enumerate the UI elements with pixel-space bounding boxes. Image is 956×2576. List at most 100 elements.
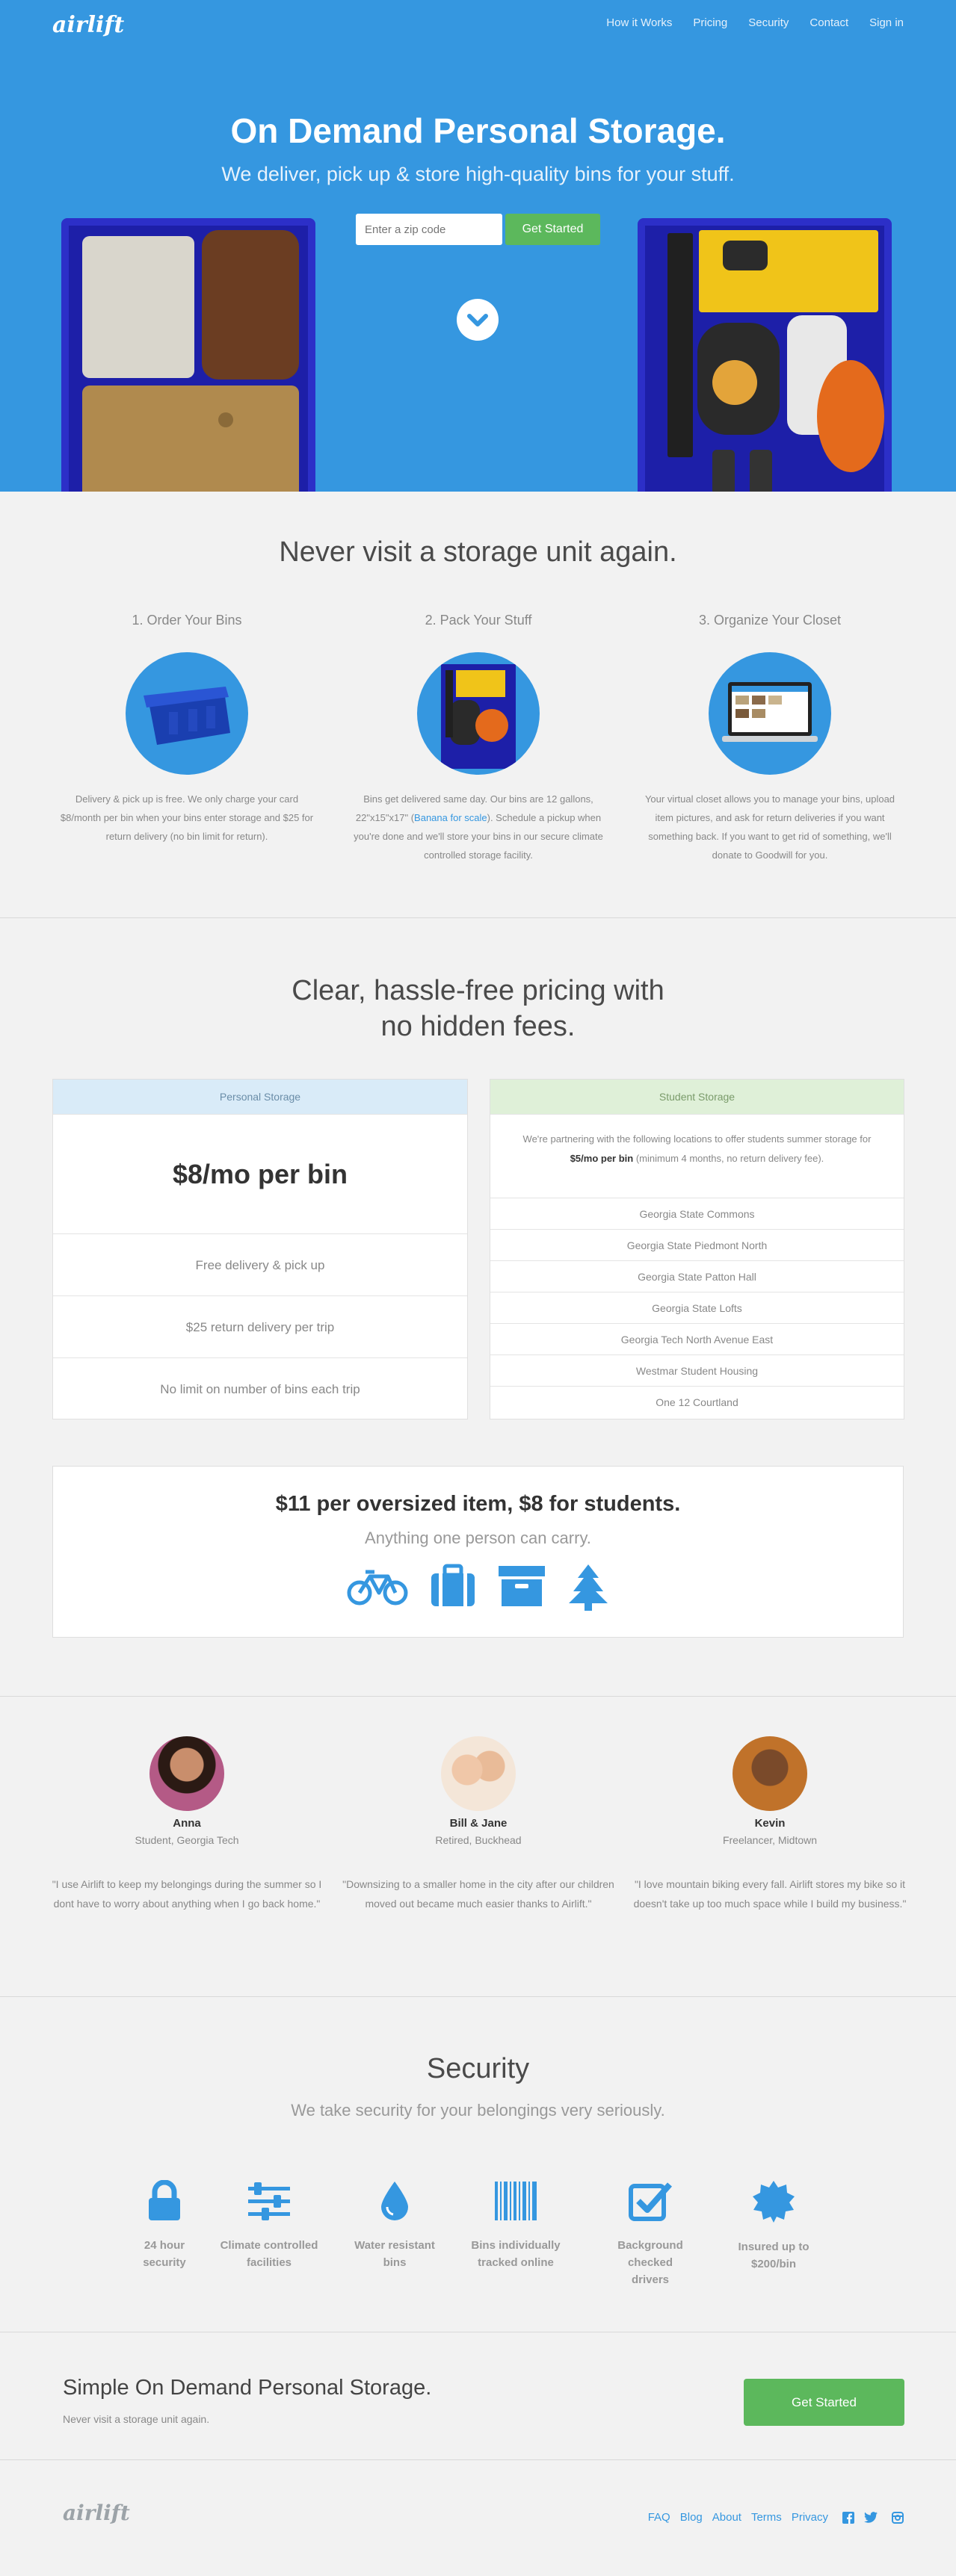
oversize-icons	[53, 1563, 903, 1611]
nav-sign-in[interactable]: Sign in	[869, 16, 904, 29]
footer-link-about[interactable]: About	[712, 2511, 741, 2524]
bicycle-icon	[347, 1570, 407, 1606]
cta-title: Simple On Demand Personal Storage.	[63, 2376, 432, 2400]
personal-price: $8/mo per bin	[53, 1114, 467, 1233]
box-icon	[498, 1566, 545, 1606]
badge-icon	[753, 2181, 795, 2223]
how-it-works-title: Never visit a storage unit again.	[279, 536, 677, 568]
lock-icon	[149, 2180, 180, 2220]
step-title: 2. Pack Your Stuff	[425, 613, 532, 628]
divider	[0, 917, 956, 918]
blue-bin-icon	[144, 687, 230, 745]
oversize-subtitle: Anything one person can carry.	[365, 1529, 591, 1547]
nav-contact[interactable]: Contact	[809, 16, 848, 29]
testimonial-kevin: Kevin Freelancer, Midtown "I love mounta…	[628, 1736, 912, 1913]
instagram-icon[interactable]	[892, 2511, 904, 2524]
security-subtitle: We take security for your belongings ver…	[291, 2101, 665, 2120]
oversize-title: $11 per oversized item, $8 for students.	[275, 1492, 681, 1516]
student-location: Georgia State Commons	[490, 1198, 904, 1229]
feature-label: Bins individually tracked online	[471, 2239, 561, 2269]
testimonial-role: Retired, Buckhead	[435, 1834, 522, 1846]
step-description: Delivery & pick up is free. We only char…	[60, 793, 314, 842]
feature-climate-controlled: Climate controlled facilities	[217, 2180, 321, 2271]
logo[interactable]: airlift	[52, 12, 124, 38]
feature-background-checked: Background checked drivers	[596, 2180, 704, 2288]
feature-label: 24 hour security	[143, 2239, 186, 2269]
hero-bin-image-left	[61, 218, 315, 492]
footer-links: FAQ Blog About Terms Privacy	[648, 2511, 904, 2524]
step-image-packed-bin	[417, 652, 540, 775]
student-location: Georgia State Lofts	[490, 1292, 904, 1323]
drop-icon	[381, 2182, 408, 2220]
cta-subtitle: Never visit a storage unit again.	[63, 2413, 210, 2425]
facebook-icon[interactable]	[842, 2511, 854, 2524]
footer-logo[interactable]: airlift	[63, 2501, 130, 2525]
scroll-down-button[interactable]	[457, 299, 499, 341]
step-title: 3. Organize Your Closet	[698, 613, 842, 628]
testimonial-name: Bill & Jane	[449, 1817, 508, 1830]
step-image-laptop	[709, 652, 831, 775]
testimonial-name: Anna	[173, 1817, 201, 1830]
feature-label: Water resistant bins	[354, 2239, 435, 2269]
divider	[0, 1696, 956, 1697]
cta-section: Simple On Demand Personal Storage. Never…	[0, 2332, 956, 2459]
step-title: 1. Order Your Bins	[132, 613, 242, 628]
footer: airlift FAQ Blog About Terms Privacy	[0, 2460, 956, 2576]
hero: airlift How it Works Pricing Security Co…	[0, 0, 956, 492]
tree-icon	[568, 1564, 608, 1611]
footer-link-blog[interactable]: Blog	[680, 2511, 703, 2524]
footer-link-privacy[interactable]: Privacy	[792, 2511, 828, 2524]
personal-storage-card: Personal Storage $8/mo per bin Free deli…	[52, 1079, 468, 1419]
testimonial-name: Kevin	[754, 1817, 786, 1830]
divider	[0, 1996, 956, 1997]
checkbox-icon	[629, 2182, 672, 2221]
testimonial-quote: "I love mountain biking every fall. Airl…	[633, 1878, 907, 1910]
sliders-icon	[248, 2182, 290, 2220]
student-storage-card: Student Storage We're partnering with th…	[490, 1079, 904, 1419]
pricing-title: Clear, hassle-free pricing with no hidden…	[292, 975, 664, 1042]
nav-how-it-works[interactable]: How it Works	[606, 16, 672, 29]
personal-storage-header: Personal Storage	[53, 1080, 467, 1114]
step-pack-stuff: 2. Pack Your Stuff Bins get delivered sa…	[351, 613, 605, 864]
banana-for-scale-link[interactable]: Banana for scale	[414, 812, 487, 823]
avatar	[733, 1736, 807, 1811]
feature-bins-tracked: Bins individually tracked online	[463, 2180, 568, 2271]
hero-title: On Demand Personal Storage.	[230, 111, 726, 150]
cta-get-started-button[interactable]: Get Started	[744, 2379, 904, 2426]
get-started-button[interactable]: Get Started	[505, 214, 600, 245]
security-title: Security	[426, 2053, 530, 2084]
testimonial-quote: "Downsizing to a smaller home in the cit…	[342, 1878, 614, 1910]
student-storage-header: Student Storage	[490, 1080, 904, 1114]
testimonial-anna: Anna Student, Georgia Tech "I use Airlif…	[45, 1736, 329, 1913]
barcode-icon	[495, 2182, 537, 2220]
student-location: Westmar Student Housing	[490, 1354, 904, 1386]
personal-feature: Free delivery & pick up	[53, 1233, 467, 1295]
footer-link-terms[interactable]: Terms	[751, 2511, 782, 2524]
step-description: Bins get delivered same day. Our bins ar…	[354, 793, 603, 861]
testimonial-bill-jane: Bill & Jane Retired, Buckhead "Downsizin…	[336, 1736, 620, 1913]
step-description: Your virtual closet allows you to manage…	[644, 793, 895, 861]
chevron-down-icon	[467, 314, 488, 326]
testimonial-role: Student, Georgia Tech	[135, 1834, 239, 1846]
zip-code-input[interactable]	[356, 214, 502, 245]
nav-security[interactable]: Security	[748, 16, 789, 29]
student-location: Georgia State Piedmont North	[490, 1229, 904, 1260]
hero-bin-image-right	[638, 218, 892, 492]
footer-link-faq[interactable]: FAQ	[648, 2511, 670, 2524]
avatar	[149, 1736, 224, 1811]
testimonial-role: Freelancer, Midtown	[722, 1834, 818, 1846]
personal-feature: No limit on number of bins each trip	[53, 1357, 467, 1419]
step-organize-closet: 3. Organize Your Closet Your virtual clo…	[643, 613, 897, 864]
student-intro: We're partnering with the following loca…	[490, 1114, 904, 1198]
student-location: One 12 Courtland	[490, 1386, 904, 1417]
testimonial-quote: "I use Airlift to keep my belongings dur…	[52, 1878, 322, 1910]
twitter-icon[interactable]	[864, 2512, 878, 2523]
step-order-bins: 1. Order Your Bins Delivery & pick up is…	[60, 613, 314, 846]
oversized-item-card: $11 per oversized item, $8 for students.…	[52, 1466, 904, 1638]
personal-feature: $25 return delivery per trip	[53, 1295, 467, 1357]
student-location: Georgia Tech North Avenue East	[490, 1323, 904, 1354]
feature-label: Insured up to $200/bin	[738, 2241, 809, 2270]
nav-pricing[interactable]: Pricing	[693, 16, 727, 29]
suitcase-icon	[431, 1564, 475, 1606]
step-image-bin	[126, 652, 248, 775]
